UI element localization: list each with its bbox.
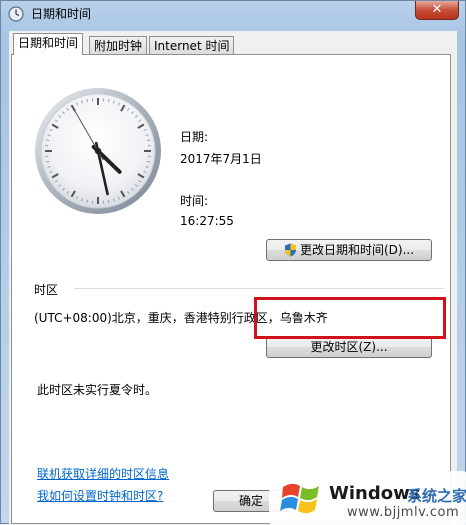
annotation-highlight-box	[254, 297, 446, 339]
analog-clock	[32, 85, 164, 217]
clock-app-icon	[8, 6, 24, 22]
date-time-dialog: 日期和时间 ✕ 日期和时间 附加时钟 Internet 时间	[0, 0, 466, 524]
window-title: 日期和时间	[31, 5, 91, 22]
clock-minute-tick	[108, 200, 109, 203]
clock-minute-tick	[108, 99, 109, 102]
clock-center	[95, 148, 101, 154]
clock-minute-tick	[87, 200, 88, 203]
tab-internet-time-label: Internet 时间	[154, 39, 229, 53]
change-date-time-label: 更改日期和时间(D)...	[300, 243, 414, 257]
dialog-client-area: 日期和时间 附加时钟 Internet 时间	[9, 31, 457, 525]
tab-date-time[interactable]: 日期和时间	[13, 33, 83, 55]
tab-additional-clocks[interactable]: 附加时钟	[89, 36, 147, 54]
time-value: 16:27:55	[180, 214, 234, 228]
date-value: 2017年7月1日	[180, 150, 262, 167]
title-bar[interactable]: 日期和时间 ✕	[1, 1, 465, 27]
change-timezone-button[interactable]: 更改时区(Z)...	[266, 336, 432, 358]
clock-minute-tick	[87, 99, 88, 102]
tab-internet-time[interactable]: Internet 时间	[149, 36, 234, 54]
windows-logo-icon	[279, 479, 323, 519]
timezone-divider	[74, 288, 444, 289]
tab-panel-date-time: 日期: 2017年7月1日 时间: 16:27:55 更改日期和时间(D)...…	[11, 54, 451, 524]
clock-minute-tick	[147, 140, 150, 141]
date-label: 日期:	[180, 128, 208, 145]
close-button[interactable]: ✕	[415, 1, 459, 20]
how-to-set-clock-link[interactable]: 我如何设置时钟和时区?	[37, 487, 163, 504]
clock-minute-tick	[46, 161, 49, 162]
time-label: 时间:	[180, 192, 208, 209]
clock-minute-tick	[46, 140, 49, 141]
online-timezone-info-link[interactable]: 联机获取详细的时区信息	[37, 465, 169, 482]
watermark-url: www.bjjmlv.com	[347, 505, 459, 520]
tab-additional-clocks-label: 附加时钟	[94, 39, 142, 53]
timezone-section-label: 时区	[34, 281, 58, 298]
change-timezone-label: 更改时区(Z)...	[310, 340, 387, 354]
ok-button-label: 确定	[239, 494, 263, 508]
clock-minute-tick	[147, 161, 150, 162]
watermark: Windows 系统之家 www.bjjmlv.com	[269, 471, 466, 525]
change-date-time-button[interactable]: 更改日期和时间(D)...	[266, 239, 432, 261]
close-icon: ✕	[432, 2, 443, 17]
watermark-brand-cn: 系统之家	[407, 485, 466, 506]
dst-note: 此时区未实行夏令时。	[37, 381, 157, 398]
tab-date-time-label: 日期和时间	[18, 36, 78, 50]
uac-shield-icon	[284, 243, 297, 257]
